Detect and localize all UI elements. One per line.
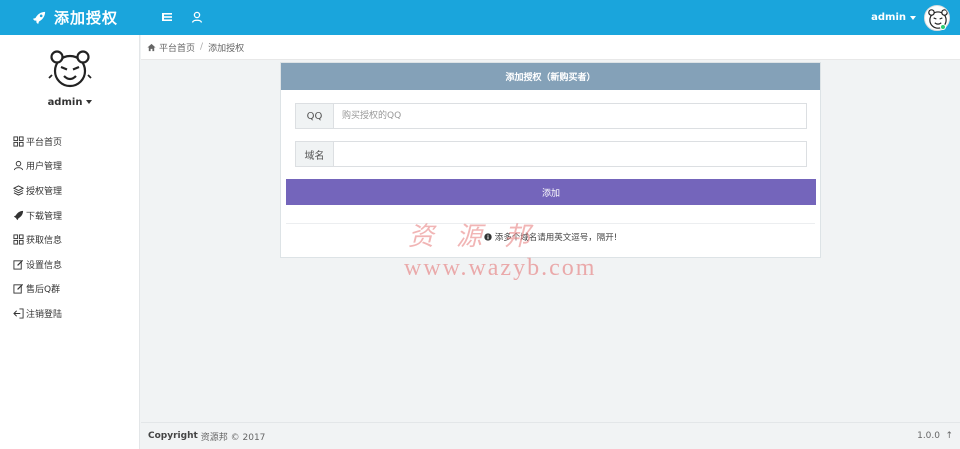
domain-input[interactable] <box>334 142 806 166</box>
logout-icon <box>13 308 24 319</box>
sidebar-user-name: admin <box>47 97 83 108</box>
sidebar-item-label: 授权管理 <box>26 186 63 197</box>
version-text: 1.0.0 <box>917 431 940 441</box>
avatar <box>48 50 92 88</box>
sidebar-item-logout[interactable]: 注销登陆 <box>0 301 139 326</box>
avatar <box>924 4 950 31</box>
list-icon[interactable] <box>160 10 174 24</box>
brand-title: 添加授权 <box>54 9 119 27</box>
breadcrumb-separator: / <box>200 42 204 52</box>
grid-icon <box>13 136 24 147</box>
sidebar-item-label: 售后Q群 <box>26 285 61 296</box>
sidebar-item-label: 用户管理 <box>26 162 63 173</box>
sidebar-item-support-group[interactable]: 售后Q群 <box>0 277 139 302</box>
sidebar-item-label: 设置信息 <box>26 260 63 271</box>
chevron-down-icon <box>86 100 93 104</box>
sidebar-item-downloads[interactable]: 下载管理 <box>0 203 139 228</box>
brand[interactable]: 添加授权 <box>0 0 140 35</box>
online-status-dot <box>940 24 946 30</box>
sidebar-item-fetch-info[interactable]: 获取信息 <box>0 227 139 252</box>
grid-icon <box>13 234 24 245</box>
domain-input-group: 域名 <box>295 141 807 167</box>
rocket-icon <box>13 210 24 220</box>
sidebar-item-home[interactable]: 平台首页 <box>0 129 139 154</box>
footer: Copyright 资源邦 © 2017 1.0.0 ↑ <box>141 422 960 449</box>
copyright-label: Copyright <box>148 431 198 441</box>
panel-title: 添加授权（新购买者） <box>281 63 820 90</box>
breadcrumb: 平台首页 / 添加授权 <box>141 35 960 60</box>
sidebar: admin 平台首页 用户管理 授权管理 下载管理 获取信息 设置信息 售后Q群… <box>0 35 140 449</box>
top-user-name: admin <box>871 12 906 23</box>
qq-input[interactable] <box>334 104 806 128</box>
watermark-url: www.wazyb.com <box>404 255 597 281</box>
top-navbar: 添加授权 admin <box>0 0 960 35</box>
edit-icon <box>13 284 24 294</box>
edit-icon <box>13 259 24 270</box>
sidebar-item-label: 获取信息 <box>26 236 63 247</box>
add-button[interactable]: 添加 <box>286 179 816 205</box>
layers-icon <box>13 185 24 196</box>
back-to-top-icon[interactable]: ↑ <box>945 431 953 441</box>
sidebar-user-menu[interactable]: admin <box>0 97 140 108</box>
sidebar-menu: 平台首页 用户管理 授权管理 下载管理 获取信息 设置信息 售后Q群 注销登陆 <box>0 129 139 326</box>
sidebar-item-users[interactable]: 用户管理 <box>0 154 139 179</box>
sidebar-item-licenses[interactable]: 授权管理 <box>0 178 139 203</box>
qq-label: QQ <box>296 104 334 128</box>
sidebar-item-label: 注销登陆 <box>26 309 63 320</box>
sidebar-item-settings[interactable]: 设置信息 <box>0 252 139 277</box>
user-menu[interactable]: admin <box>871 0 950 35</box>
user-icon <box>13 161 24 171</box>
rocket-icon <box>32 11 46 24</box>
breadcrumb-home-link[interactable]: 平台首页 <box>159 41 195 54</box>
watermark-text: 资源邦 <box>408 222 553 252</box>
sidebar-item-label: 平台首页 <box>26 137 63 148</box>
copyright-text: 资源邦 © 2017 <box>200 432 266 443</box>
chevron-down-icon <box>910 15 916 20</box>
sidebar-item-label: 下载管理 <box>26 211 63 222</box>
user-icon[interactable] <box>190 10 204 24</box>
domain-label: 域名 <box>296 142 334 166</box>
breadcrumb-current: 添加授权 <box>208 43 245 54</box>
home-icon <box>147 43 156 51</box>
qq-input-group: QQ <box>295 103 807 129</box>
